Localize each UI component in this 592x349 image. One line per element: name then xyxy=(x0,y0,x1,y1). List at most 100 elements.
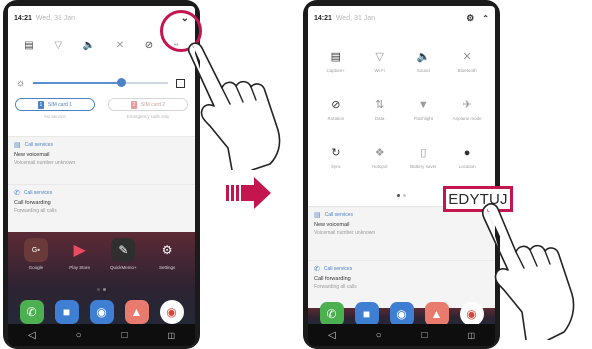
tile-location[interactable]: ● Location xyxy=(447,146,487,169)
camera-icon[interactable]: ◉ xyxy=(89,300,114,324)
messages-icon[interactable]: ■ xyxy=(354,302,379,326)
pointing-hand-icon xyxy=(481,203,575,340)
notification-header: ✆ Call services xyxy=(314,265,489,273)
app-label: QuickMemo+ xyxy=(110,265,137,270)
phone-icon[interactable]: ✆ xyxy=(319,302,344,326)
app-row: G▪ Google ▶ Play Store ✎ QuickMemo+ ⚙ Se… xyxy=(14,238,189,270)
phone-icon[interactable]: ✆ xyxy=(19,300,44,324)
messages-icon[interactable]: ■ xyxy=(54,300,79,324)
page-dot xyxy=(97,288,100,291)
bluetooth-icon: ✕ xyxy=(462,51,472,63)
brightness-fill xyxy=(33,82,121,84)
tile-data[interactable]: ⇅ Data xyxy=(360,98,400,121)
quick-settings-row-3: ↻ Sync ❖ Hotspot ▯ Battery saver ● Locat… xyxy=(308,146,495,169)
sound-icon[interactable]: 🔈 xyxy=(83,40,95,51)
tile-hotspot[interactable]: ❖ Hotspot xyxy=(360,146,400,169)
arrow-right-icon xyxy=(226,177,271,209)
voicemail-icon: ▤ xyxy=(14,142,21,149)
notification-header: ▤ Call services xyxy=(14,141,189,149)
tile-battery-saver[interactable]: ▯ Battery saver xyxy=(403,146,443,169)
dual-window-icon[interactable]: ◫ xyxy=(167,331,175,340)
brightness-thumb[interactable] xyxy=(116,78,126,87)
quick-settings-row-1: ▤ Capture+ ▽ Wi-Fi 🔈 Sound ✕ Bluetooth xyxy=(308,50,495,73)
camera-icon[interactable]: ◉ xyxy=(389,302,414,326)
sim-pill[interactable]: 2 SIM card 2 xyxy=(108,98,188,111)
play-store-icon: ▶ xyxy=(73,242,86,259)
navigation-bar: ◁ ○ □ ◫ xyxy=(8,324,195,346)
page-indicator xyxy=(8,288,195,291)
dock: ✆ ■ ◉ ▲ ◉ xyxy=(314,302,489,326)
home-icon[interactable]: ○ xyxy=(376,330,382,341)
recents-icon[interactable]: □ xyxy=(122,330,128,341)
call-forward-icon: ✆ xyxy=(314,266,320,273)
bluetooth-icon[interactable]: ✕ xyxy=(116,40,124,51)
sim-selector: 1 SIM card 1 No service 2 SIM card 2 Eme… xyxy=(12,98,191,130)
notification-text: Voicemail number unknown xyxy=(314,230,376,236)
tile-label: Battery saver xyxy=(410,164,437,169)
tile-flashlight[interactable]: ▼ Flashlight xyxy=(403,98,443,121)
chrome-icon[interactable]: ◉ xyxy=(159,300,184,324)
gear-icon: ⚙ xyxy=(161,243,173,257)
status-time: 14:21 xyxy=(14,14,32,22)
phone-screen: 14:21 Wed, 31 Jan ⚙ ⌃ ▤ Capture+ ▽ Wi-Fi… xyxy=(308,6,495,346)
tile-capture[interactable]: ▤ Capture+ xyxy=(316,50,356,73)
brightness-icon: ☼ xyxy=(16,77,26,89)
sync-icon: ↻ xyxy=(331,147,341,159)
navigation-bar: ◁ ○ □ ◫ xyxy=(308,324,495,346)
app-quickmemo[interactable]: ✎ QuickMemo+ xyxy=(105,238,141,270)
home-screen: G▪ Google ▶ Play Store ✎ QuickMemo+ ⚙ Se… xyxy=(8,232,195,324)
phone-after: 14:21 Wed, 31 Jan ⚙ ⌃ ▤ Capture+ ▽ Wi-Fi… xyxy=(303,0,500,349)
phone-before: 14:21 Wed, 31 Jan ⌄ ▤ ▽ 🔈 ✕ ⊘ •• ☼ 1 SIM… xyxy=(3,0,200,349)
dual-window-icon[interactable]: ◫ xyxy=(467,331,475,340)
quick-settings-row-2: ⊘ Rotation ⇅ Data ▼ Flashlight ✈ Airplan… xyxy=(308,98,495,121)
auto-brightness-icon[interactable] xyxy=(176,78,185,88)
app-play-store[interactable]: ▶ Play Store xyxy=(62,238,98,270)
gallery-icon[interactable]: ▲ xyxy=(424,302,449,326)
tile-airplane[interactable]: ✈ Airplane mode xyxy=(447,98,487,121)
tile-wifi[interactable]: ▽ Wi-Fi xyxy=(360,50,400,73)
notification-title: Call forwarding xyxy=(314,276,351,282)
battery-saver-icon: ▯ xyxy=(420,147,427,159)
back-icon[interactable]: ◁ xyxy=(28,330,36,341)
notification-text: Voicemail number unknown xyxy=(14,160,76,166)
screen-rotation-icon[interactable]: ▤ xyxy=(24,40,33,51)
notification-call-forwarding[interactable]: ✆ Call services Call forwarding Forwardi… xyxy=(8,184,195,232)
tile-label: Data xyxy=(374,116,385,121)
notification-call-forwarding[interactable]: ✆ Call services Call forwarding Forwardi… xyxy=(308,260,495,308)
tile-bluetooth[interactable]: ✕ Bluetooth xyxy=(447,50,487,73)
app-label: Google xyxy=(28,265,44,270)
home-icon[interactable]: ○ xyxy=(76,330,82,341)
sim-status: Emergency calls only xyxy=(126,114,170,119)
page-dot xyxy=(103,288,106,291)
tile-sound[interactable]: 🔈 Sound xyxy=(403,50,443,73)
app-label: Settings xyxy=(158,265,176,270)
sim-card-1[interactable]: 1 SIM card 1 No service xyxy=(12,98,98,130)
voicemail-icon: ▤ xyxy=(314,212,321,219)
tile-label: Bluetooth xyxy=(457,68,477,73)
app-settings[interactable]: ⚙ Settings xyxy=(149,238,185,270)
do-not-disturb-icon[interactable]: ⊘ xyxy=(145,40,153,51)
sim-pill[interactable]: 1 SIM card 1 xyxy=(15,98,95,111)
notification-title: New voicemail xyxy=(14,152,50,158)
recents-icon[interactable]: □ xyxy=(422,330,428,341)
do-not-disturb-icon: ⊘ xyxy=(331,99,341,111)
sim-label: SIM card 1 xyxy=(47,101,73,108)
gear-icon[interactable]: ⚙ xyxy=(466,13,474,24)
tile-sync[interactable]: ↻ Sync xyxy=(316,146,356,169)
sim-status: No service xyxy=(44,114,66,119)
notification-voicemail[interactable]: ▤ Call services New voicemail Voicemail … xyxy=(8,136,195,184)
wifi-off-icon[interactable]: ▽ xyxy=(54,40,62,51)
sim-card-2[interactable]: 2 SIM card 2 Emergency calls only xyxy=(105,98,191,130)
notification-title: Call forwarding xyxy=(14,200,51,206)
hotspot-icon: ❖ xyxy=(374,147,385,159)
app-google[interactable]: G▪ Google xyxy=(18,238,54,270)
chevron-up-icon[interactable]: ⌃ xyxy=(482,14,489,23)
gallery-icon[interactable]: ▲ xyxy=(124,300,149,324)
screen-rotation-icon: ▤ xyxy=(330,51,342,63)
notification-voicemail[interactable]: ▤ Call services New voicemail Voicemail … xyxy=(308,206,495,260)
tile-label: Location xyxy=(458,164,476,169)
brightness-slider[interactable] xyxy=(33,78,168,87)
back-icon[interactable]: ◁ xyxy=(328,330,336,341)
tile-rotation[interactable]: ⊘ Rotation xyxy=(316,98,356,121)
sound-icon: 🔈 xyxy=(416,51,431,63)
